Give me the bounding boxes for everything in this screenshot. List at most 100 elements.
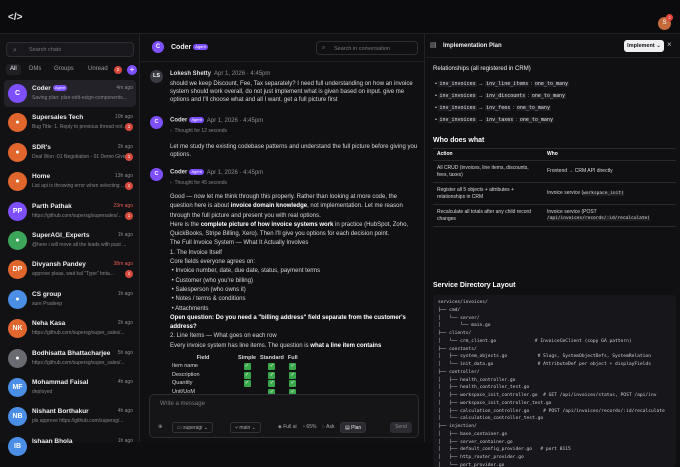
chat-filters: All DMs Groups Unread 2 + bbox=[6, 64, 137, 76]
tree-line: │ ├── system_objects.go # Slugs, SystemO… bbox=[438, 354, 651, 360]
filter-unread[interactable]: Unread bbox=[84, 64, 112, 75]
filter-all[interactable]: All bbox=[6, 64, 21, 75]
tree-line: │ └── crm_client.go # InvoiceCmClient (c… bbox=[438, 338, 632, 344]
close-icon[interactable]: × bbox=[667, 40, 672, 50]
send-button[interactable]: Send bbox=[390, 422, 412, 433]
who-heading: Who does what bbox=[433, 137, 485, 144]
chat-preview: approve pleas, wait kal "Type" bnta... bbox=[32, 271, 114, 278]
coder-avatar: C bbox=[152, 41, 164, 53]
chat-list-item[interactable]: ● Home List api is throwing error when sel… bbox=[4, 168, 136, 195]
chat-time: 1h ago bbox=[117, 232, 133, 238]
chat-preview: sure Pradeep bbox=[32, 300, 63, 307]
attach-icon[interactable]: ⊕ bbox=[158, 422, 162, 433]
group-avatar-icon: ● bbox=[8, 231, 27, 250]
chat-list-item[interactable]: ● CS group sure Pradeep 1h ago bbox=[4, 286, 136, 313]
ask-mode-button[interactable]: ◌ Ask bbox=[322, 422, 334, 433]
chat-name: SDR's bbox=[32, 143, 51, 151]
sender-name: Coder bbox=[170, 169, 188, 176]
chat-list-item[interactable]: NK Neha Kasa https://github.com/supersg/su… bbox=[4, 315, 136, 342]
chevron-right-icon: › bbox=[170, 128, 172, 134]
notification-badge: 2 bbox=[666, 14, 673, 21]
chat-list-item[interactable]: IB Ishaan Bhola 1h ago bbox=[4, 433, 136, 460]
chat-time: 2h ago bbox=[117, 143, 133, 150]
chat-time: 13h ago bbox=[114, 173, 133, 180]
check-icon: ✓ bbox=[289, 363, 297, 371]
plan-header: ▤ Implementation Plan Implement ⌄ × bbox=[426, 34, 680, 58]
relationship-item: • inv_invoices → inv_fees : one_to_many bbox=[435, 105, 551, 111]
message-time: Apr 1, 2026 · 4:45pm bbox=[206, 169, 264, 176]
message-input[interactable]: Write a message bbox=[160, 401, 205, 409]
chat-preview: https://github.com/supersg/super_sales/.… bbox=[32, 359, 125, 366]
chat-time: 23m ago bbox=[113, 202, 133, 209]
unread-count-badge: 2 bbox=[114, 66, 122, 74]
chat-search-input[interactable]: ⌕ Search chats bbox=[6, 42, 134, 57]
repo-selector[interactable]: ▭ superagi ⌄ bbox=[172, 422, 213, 433]
chat-time: 4h ago bbox=[117, 408, 133, 415]
chat-time: 1h ago bbox=[117, 290, 133, 297]
chat-preview: https://github.com/supersg/supersales/..… bbox=[32, 212, 122, 219]
chat-list-item[interactable]: C Coder Agent Saving plan: plan-edit-esign-… bbox=[4, 80, 136, 107]
tree-line: │ └── server/ bbox=[438, 315, 480, 321]
chat-list-item[interactable]: ● SuperAGI_Experts @here i will move all t… bbox=[4, 227, 136, 254]
tree-line: ├── clients/ bbox=[438, 331, 472, 336]
tree-line: │ └── init_data.go # AttributeDef per ob… bbox=[438, 362, 651, 367]
message-body: should we keep Discount, Fee, Tax separa… bbox=[170, 81, 413, 104]
check-icon: ✓ bbox=[243, 371, 251, 379]
table-row: Description ✓ ✓ ✓ bbox=[172, 371, 297, 379]
table-row: Recalculate all totals after any child r… bbox=[433, 204, 676, 227]
conversation-title: Coder bbox=[171, 44, 192, 51]
plan-mode-button[interactable]: ▤ Plan bbox=[340, 422, 367, 433]
directory-tree: services/invoices/ ├── cmd/ │ └── server/ │… bbox=[433, 295, 676, 467]
tree-line: ├── injection/ bbox=[438, 424, 477, 429]
sender-avatar: C bbox=[150, 168, 163, 181]
access-mode[interactable]: ◈ Full ai bbox=[278, 422, 297, 433]
tree-line: │ ├── workspace_init_controller_test.go bbox=[438, 400, 552, 406]
chat-preview: deployed bbox=[32, 389, 53, 395]
filter-groups[interactable]: Groups bbox=[50, 64, 78, 75]
tree-line: │ ├── calculation_controller.go # POST /… bbox=[438, 408, 665, 414]
chat-name: Divyansh Pandey bbox=[32, 261, 86, 269]
check-icon: ✓ bbox=[289, 371, 297, 379]
chat-list-item[interactable]: NB Nishant Borthakur pls approve https://g… bbox=[4, 403, 136, 430]
chevron-right-icon: › bbox=[170, 180, 172, 186]
plan-icon: ▤ bbox=[345, 425, 350, 431]
chat-list-item[interactable]: PP Parth Pathak https://github.com/supersg… bbox=[4, 198, 136, 225]
chat-name: CS group bbox=[32, 290, 62, 298]
tree-line: │ ├── http_router_provider.go bbox=[438, 455, 524, 460]
agent-badge: Agent bbox=[189, 169, 204, 175]
chat-list-item[interactable]: ● Bodhisatta Bhattacharjee https://github.… bbox=[4, 345, 136, 372]
branch-selector[interactable]: ⑂ main ⌄ bbox=[230, 422, 261, 433]
implement-button[interactable]: Implement ⌄ bbox=[624, 40, 664, 52]
tree-line: │ ├── workspace_init_controller.go # GET… bbox=[438, 393, 657, 398]
chat-time: 38m ago bbox=[113, 261, 133, 268]
table-row: All CRUD (invoices, line items, discount… bbox=[433, 160, 676, 183]
conversation-header: C Coder Agent ⌕ Search in conversation bbox=[141, 34, 425, 62]
chat-list-item[interactable]: DP Divyansh Pandey approve pleas, wait kal… bbox=[4, 256, 136, 283]
chat-avatar: IB bbox=[8, 436, 27, 456]
chat-avatar: DP bbox=[8, 260, 27, 280]
thought-toggle[interactable]: › Thought for 45 seconds bbox=[170, 180, 227, 187]
code-logo-icon[interactable]: </> bbox=[8, 11, 22, 24]
chat-list-item[interactable]: ● SDR's Deal Won -01 Negotiation - 01 Demo… bbox=[4, 139, 136, 166]
group-avatar-icon: ● bbox=[8, 348, 27, 368]
chat-name: Nishant Borthakur bbox=[32, 408, 89, 416]
table-row: Register all 5 objects + attributes + re… bbox=[433, 182, 676, 205]
group-avatar-icon: ● bbox=[8, 142, 27, 162]
group-avatar-icon: ● bbox=[8, 289, 27, 309]
chat-list-item[interactable]: ● Supersales Tech Bug Title: 1. Reply to p… bbox=[4, 109, 136, 136]
tree-line: │ ├── default_config_provider.go # port … bbox=[438, 447, 571, 453]
agent-badge: Agent bbox=[189, 117, 204, 123]
filter-dms[interactable]: DMs bbox=[25, 64, 45, 75]
thought-toggle[interactable]: › Thought for 12 seconds bbox=[170, 128, 227, 135]
message-body: Good — now let me think through this pro… bbox=[170, 194, 409, 349]
shield-icon: ◈ bbox=[278, 424, 282, 430]
message-composer[interactable]: Write a message ⊕ ▭ superagi ⌄ ⑂ main ⌄ … bbox=[149, 394, 419, 438]
chat-avatar: MF bbox=[8, 378, 27, 397]
service-directory-heading: Service Directory Layout bbox=[433, 282, 516, 289]
check-icon: ✓ bbox=[289, 380, 297, 388]
chat-list-item[interactable]: MF Mohammad Faisal deployed 4h ago bbox=[4, 374, 136, 401]
chat-name: Home bbox=[32, 173, 51, 181]
new-chat-button[interactable]: + bbox=[127, 65, 137, 75]
conversation-search-input[interactable]: ⌕ Search in conversation bbox=[316, 41, 418, 55]
plan-panel: ▤ Implementation Plan Implement ⌄ × Rela… bbox=[426, 34, 680, 467]
